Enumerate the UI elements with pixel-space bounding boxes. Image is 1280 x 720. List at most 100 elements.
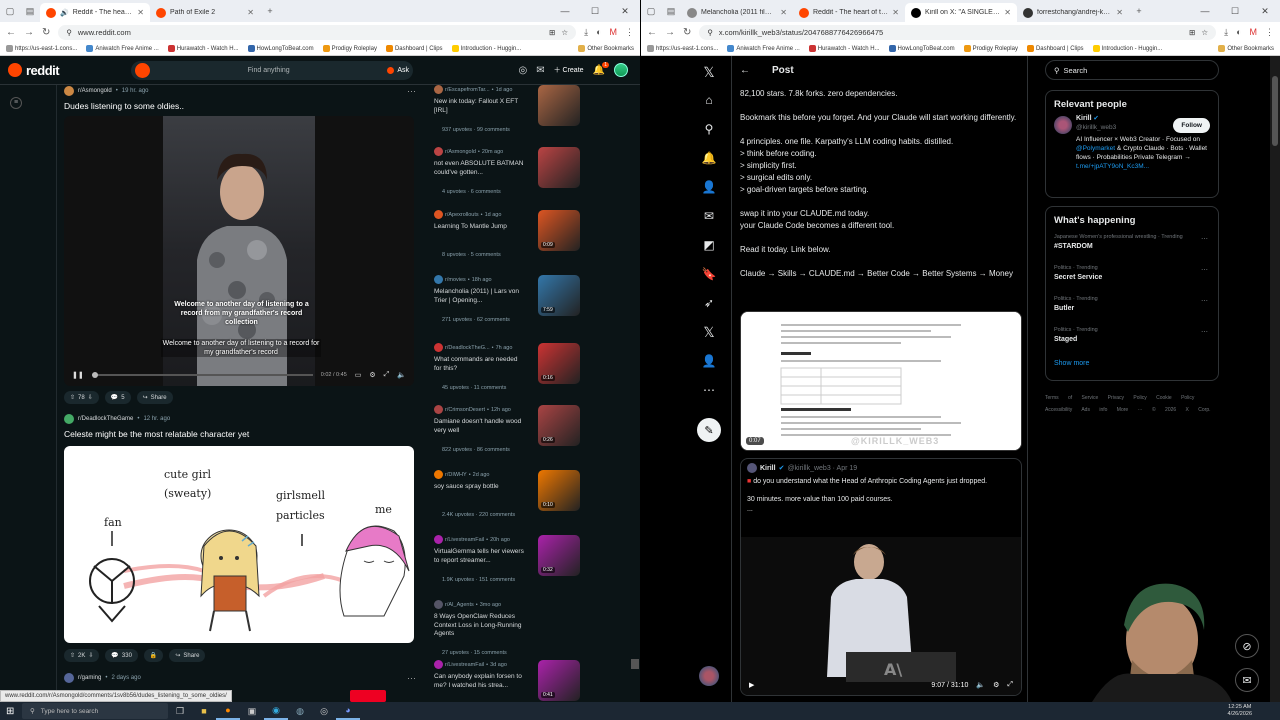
subreddit-avatar[interactable] bbox=[434, 600, 443, 609]
rail-post[interactable]: r/Asmongold • 20m ago not even ABSOLUTE B… bbox=[434, 147, 584, 195]
back-icon[interactable]: ← bbox=[6, 27, 16, 38]
home-icon[interactable]: ⌂ bbox=[699, 90, 719, 110]
grok-float-icon[interactable]: ⊘ bbox=[1235, 634, 1259, 658]
post-title[interactable]: Dudes listening to some oldies.. bbox=[64, 101, 416, 111]
bookmark-item[interactable]: Dashboard | Clips bbox=[385, 45, 443, 52]
subreddit-avatar[interactable] bbox=[434, 147, 443, 156]
more-menu-icon[interactable]: ⋮ bbox=[1265, 27, 1274, 38]
settings-icon[interactable]: ⚙ bbox=[993, 681, 999, 689]
url-field[interactable]: ⚲ www.reddit.com ⊞ ☆ bbox=[58, 24, 577, 40]
notifications-icon[interactable]: 🔔 bbox=[699, 148, 719, 168]
subreddit-avatar[interactable] bbox=[64, 86, 74, 96]
pause-icon[interactable]: ❚❚ bbox=[72, 371, 84, 379]
subreddit-avatar[interactable] bbox=[64, 414, 74, 424]
play-icon[interactable]: ▶ bbox=[749, 681, 754, 689]
close-window-icon[interactable]: ✕ bbox=[610, 0, 640, 22]
follow-button[interactable]: Follow bbox=[1173, 118, 1210, 133]
subreddit-name[interactable]: r/gaming bbox=[78, 675, 101, 681]
scrollbar-thumb[interactable] bbox=[631, 659, 639, 669]
site-info-icon[interactable]: ⚲ bbox=[707, 28, 713, 37]
rail-post[interactable]: r/LivestreamFail • 3d ago Can anybody exp… bbox=[434, 660, 584, 701]
rail-post-thumbnail[interactable]: 0:09 bbox=[538, 210, 580, 251]
close-window-icon[interactable]: ✕ bbox=[1250, 0, 1280, 22]
favorite-star-icon[interactable]: ☆ bbox=[1201, 28, 1208, 37]
fullscreen-icon[interactable]: ⤢ bbox=[1007, 681, 1013, 689]
subreddit-avatar[interactable] bbox=[434, 210, 443, 219]
forward-icon[interactable]: → bbox=[665, 27, 675, 38]
video-player[interactable]: Welcome to another day of listening to a… bbox=[64, 116, 414, 386]
gmail-icon[interactable]: M bbox=[1250, 27, 1258, 37]
more-options-icon[interactable]: ··· bbox=[407, 86, 416, 96]
post-card[interactable]: r/Asmongold • 19 hr. ago ··· Dudes listen… bbox=[64, 86, 416, 111]
post-image[interactable]: fan cute girl (sweaty) girlsmell particl… bbox=[64, 446, 414, 643]
reddit-logo-icon[interactable] bbox=[8, 63, 22, 77]
bookmark-item[interactable]: Aniwatch Free Anime ... bbox=[727, 45, 800, 52]
close-tab-icon[interactable]: ✕ bbox=[137, 8, 144, 17]
rail-post-thumbnail[interactable] bbox=[538, 85, 580, 126]
bookmark-item[interactable]: Hurawatch - Watch H... bbox=[167, 45, 239, 52]
more-options-icon[interactable]: ⋯ bbox=[1201, 266, 1208, 274]
explore-icon[interactable]: ⚲ bbox=[699, 119, 719, 139]
edge-icon[interactable]: ◉ bbox=[264, 702, 288, 720]
install-app-icon[interactable]: ⊞ bbox=[549, 28, 555, 37]
rail-post-thumbnail[interactable]: 0:41 bbox=[538, 660, 580, 701]
back-arrow-icon[interactable]: ← bbox=[740, 65, 750, 76]
grok-icon[interactable]: ◩ bbox=[699, 235, 719, 255]
firefox-icon[interactable]: ● bbox=[216, 702, 240, 720]
system-clock[interactable]: 12:25 AM 4/26/2026 bbox=[1228, 704, 1252, 718]
rail-post[interactable]: r/DIWHY • 2d ago soy sauce spray bottle 2.… bbox=[434, 470, 584, 518]
bookmark-item[interactable]: HowLongToBeat.com bbox=[888, 45, 955, 52]
trend-item[interactable]: Politics · Trending Butler ⋯ bbox=[1046, 292, 1218, 323]
scrollbar-thumb[interactable] bbox=[1272, 76, 1278, 146]
ask-button[interactable]: Ask bbox=[387, 66, 409, 74]
bookmark-item[interactable]: Dashboard | Clips bbox=[1026, 45, 1084, 52]
tab-x-post[interactable]: Kirill on X: "A SINGLE CLAUDE.n ✕ bbox=[905, 3, 1017, 22]
comments-button[interactable]: 💬 330 bbox=[105, 649, 138, 662]
rail-post-thumbnail[interactable]: 0:10 bbox=[538, 470, 580, 511]
new-tab-icon[interactable]: + bbox=[260, 0, 280, 22]
tab-path-of-exile[interactable]: Path of Exile 2 ✕ bbox=[150, 3, 260, 22]
bookmarks-icon[interactable]: 🔖 bbox=[699, 264, 719, 284]
trend-item[interactable]: Politics · Trending Staged ⋯ bbox=[1046, 323, 1218, 354]
avatar[interactable] bbox=[699, 666, 719, 686]
new-tab-icon[interactable]: + bbox=[1129, 0, 1149, 22]
extensions-icon[interactable]: ◐ bbox=[1236, 27, 1241, 37]
upvote-icon[interactable]: ⇧ bbox=[70, 394, 75, 401]
rail-post-thumbnail[interactable] bbox=[538, 147, 580, 188]
rail-post[interactable]: r/CrimsonDesert • 12h ago Damiane doesn't… bbox=[434, 405, 584, 453]
subreddit-avatar[interactable] bbox=[434, 535, 443, 544]
install-app-icon[interactable]: ⊞ bbox=[1189, 28, 1195, 37]
person-name[interactable]: Kirill bbox=[1076, 115, 1092, 122]
avatar[interactable] bbox=[1054, 116, 1072, 134]
vote-control[interactable]: ⇧ 78 ⇩ bbox=[64, 391, 99, 404]
x-logo-icon[interactable]: 𝕏 bbox=[699, 62, 719, 82]
subreddit-name[interactable]: r/DeadlockTheG... bbox=[445, 345, 490, 351]
author-name[interactable]: Kirill bbox=[760, 465, 776, 472]
rail-post-title[interactable]: Melancholia (2011) | Lars von Trier | Op… bbox=[434, 288, 524, 305]
upvote-icon[interactable]: ⇧ bbox=[70, 652, 75, 659]
subreddit-name[interactable]: r/CrimsonDesert bbox=[445, 407, 485, 413]
bookmark-item[interactable]: Aniwatch Free Anime ... bbox=[86, 45, 159, 52]
post-title[interactable]: Celeste might be the most relatable char… bbox=[64, 429, 416, 439]
maximize-icon[interactable]: ☐ bbox=[1220, 0, 1250, 22]
rail-post-title[interactable]: Can anybody explain forsen to me? I watc… bbox=[434, 673, 524, 690]
discord-icon[interactable]: ◕ bbox=[336, 702, 360, 720]
bookmark-item[interactable]: Introduction - Huggin... bbox=[451, 45, 521, 52]
more-options-icon[interactable]: ··· bbox=[407, 673, 416, 683]
avatar[interactable] bbox=[747, 463, 757, 473]
rail-post-title[interactable]: Learning To Mantle Jump bbox=[434, 223, 524, 232]
tab-reddit[interactable]: 🔊 Reddit - The heart of the int ✕ bbox=[40, 3, 150, 22]
rail-post-title[interactable]: soy sauce spray bottle bbox=[434, 483, 524, 492]
subreddit-name[interactable]: r/EscapefromTar... bbox=[445, 87, 490, 93]
quote-video-player[interactable]: A\ ▶ 9:07 / 31:10 🔈 ⚙ ⤢ bbox=[741, 537, 1021, 695]
post-button-icon[interactable]: ✎ bbox=[697, 418, 721, 442]
subreddit-name[interactable]: r/DeadlockTheGame bbox=[78, 416, 133, 422]
downloads-icon[interactable]: ⤓ bbox=[584, 27, 588, 38]
back-icon[interactable]: ← bbox=[647, 27, 657, 38]
subreddit-name[interactable]: r/Asmongold bbox=[445, 149, 476, 155]
subreddit-name[interactable]: r/AI_Agents bbox=[445, 602, 474, 608]
post-card[interactable]: r/DeadlockTheGame • 12 hr. ago Celeste mi… bbox=[64, 414, 416, 439]
post-card[interactable]: r/gaming • 2 days ago ··· bbox=[64, 673, 416, 683]
bookmark-item[interactable]: Prodigy Roleplay bbox=[322, 45, 377, 52]
close-tab-icon[interactable]: ✕ bbox=[1004, 8, 1011, 17]
